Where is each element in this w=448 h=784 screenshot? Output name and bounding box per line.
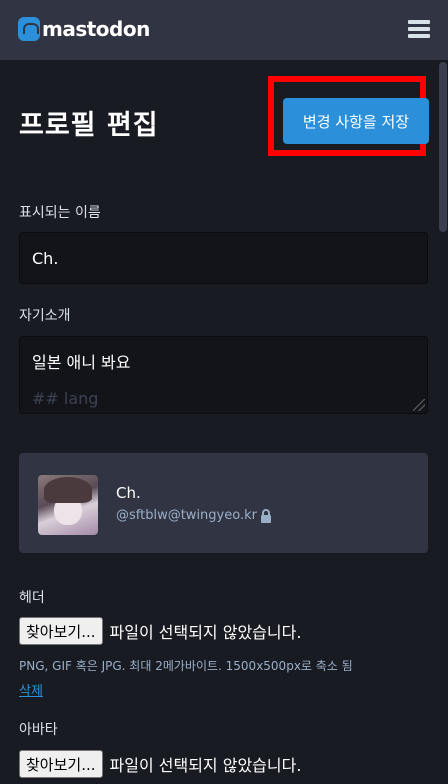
display-name-field[interactable]: Ch. xyxy=(19,232,428,284)
header-label: 헤더 xyxy=(19,590,45,606)
avatar-file-input[interactable]: 찾아보기... 파일이 선택되지 않았습니다. xyxy=(19,750,301,778)
header-browse-button[interactable]: 찾아보기... xyxy=(19,617,103,645)
mastodon-logo-icon xyxy=(18,17,40,41)
bio-line: 일본 애니 봐요 xyxy=(32,353,131,372)
bio-label: 자기소개 xyxy=(19,308,71,324)
logo-text: mastodon xyxy=(42,17,150,41)
lock-icon xyxy=(261,509,271,523)
header-file-input[interactable]: 찾아보기... 파일이 선택되지 않았습니다. xyxy=(19,617,301,645)
page-title: 프로필 편집 xyxy=(19,110,159,141)
profile-handle: @sftblw@twingyeo.kr xyxy=(116,508,257,523)
hamburger-icon[interactable] xyxy=(408,20,430,41)
header-hint: PNG, GIF 혹은 JPG. 최대 2메가바이트. 1500x500px로 … xyxy=(19,659,353,673)
avatar-file-status: 파일이 선택되지 않았습니다. xyxy=(109,756,302,775)
scrollbar-thumb[interactable] xyxy=(439,62,447,232)
avatar-label: 아바타 xyxy=(19,722,58,738)
bio-textarea[interactable]: 일본 애니 봐요 ## lang xyxy=(19,336,428,414)
avatar-browse-button[interactable]: 찾아보기... xyxy=(19,750,103,778)
display-name-label: 표시되는 이름 xyxy=(19,205,101,221)
header-delete-link[interactable]: 삭제 xyxy=(19,680,43,699)
header-file-status: 파일이 선택되지 않았습니다. xyxy=(109,623,302,642)
resize-handle-icon[interactable] xyxy=(413,399,425,411)
bio-line: ## lang xyxy=(32,389,99,408)
avatar xyxy=(38,475,98,535)
profile-name: Ch. xyxy=(116,484,141,502)
save-changes-button[interactable]: 변경 사항을 저장 xyxy=(283,98,429,144)
top-bar: mastodon xyxy=(0,0,448,60)
mastodon-logo[interactable]: mastodon xyxy=(18,17,150,41)
profile-preview-card: Ch. @sftblw@twingyeo.kr xyxy=(19,453,428,553)
